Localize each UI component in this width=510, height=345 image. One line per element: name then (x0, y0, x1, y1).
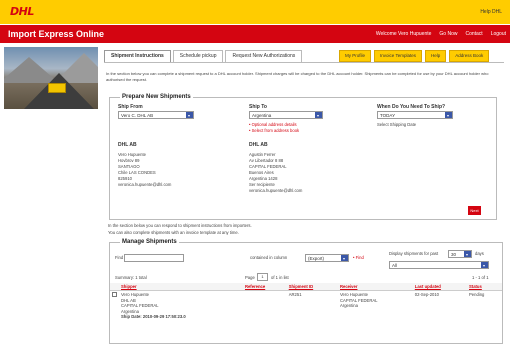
ship-date-note: Select Shipping Date (377, 122, 417, 127)
invoice-templates-button[interactable]: Invoice Templates (374, 50, 422, 62)
find-input[interactable] (124, 254, 184, 262)
days-label: days (475, 251, 484, 256)
ship-to-select[interactable]: Argentina (249, 111, 323, 119)
ship-to-value: Argentina (252, 113, 272, 118)
receiver-cell: Vero Hupuente CAPITAL FEDERAL Argentina (340, 292, 378, 309)
status-filter-select[interactable]: All (389, 261, 489, 269)
truck-image (48, 83, 66, 93)
col-last-updated[interactable]: Last updated (412, 283, 468, 291)
status-cell: Pending (469, 292, 485, 297)
from-address-line: Chile LAS CONDES (118, 170, 156, 175)
search-column-select[interactable]: (Export) (305, 254, 349, 262)
range-text: 1 - 1 of 1 (472, 275, 489, 280)
next-button[interactable]: Next (468, 206, 481, 215)
to-address-line: Av Libertador 8 88 (249, 158, 284, 163)
last-updated-cell: 02-Sep-2010 (414, 292, 440, 297)
mid-text-1: In the section below you can respond to … (108, 223, 252, 228)
to-address-line: veronica.hupuente@dhl.com (249, 188, 303, 193)
col-reference[interactable]: Reference (242, 283, 287, 291)
address-book-link[interactable]: • Select from address book (249, 128, 299, 134)
help-button[interactable]: Help (424, 50, 447, 62)
toolbar-buttons: My Profile Invoice Templates Help Addres… (339, 50, 490, 62)
prepare-shipments-panel: Prepare New Shipments Ship From Vero C. … (109, 94, 497, 220)
go-now-link[interactable]: Go Now (439, 31, 457, 37)
shipper-cell: Vero Hupuente DHL AB CAPITAL FEDERAL Arg… (121, 292, 186, 320)
account-links: Welcome Vero Hupuente Go Now Contact Log… (376, 31, 506, 37)
top-right-links[interactable]: Help DHL (480, 9, 502, 15)
to-address-line: Agustin Ferrer (249, 152, 276, 157)
shipment-id-cell[interactable]: AR251 (287, 291, 338, 321)
intro-text: In the section below you can complete a … (106, 71, 489, 82)
app-bar: Import Express Online Welcome Vero Hupue… (0, 25, 510, 43)
tab-shipment-instructions[interactable]: Shipment Instructions (104, 50, 171, 62)
page-label: Page (245, 275, 255, 280)
col-shipment-id[interactable]: Shipment ID (286, 283, 338, 291)
to-section-title: DHL AB (249, 142, 268, 148)
display-days-select[interactable]: 30 (448, 250, 472, 258)
col-receiver[interactable]: Receiver (338, 283, 413, 291)
ship-to-label: Ship To (249, 104, 267, 110)
search-column-value: (Export) (308, 256, 325, 261)
summary-text: Summary: 1 total (115, 275, 147, 280)
find-label: Find (115, 255, 124, 260)
my-profile-button[interactable]: My Profile (339, 50, 372, 62)
welcome-text: Welcome Vero Hupuente (375, 31, 432, 37)
display-label: Display shipments for past (389, 251, 439, 256)
top-bar: DHL Help DHL (0, 0, 510, 24)
page-of-text: of 1 in list (271, 275, 289, 280)
from-address-line: Hovbrov 89 (118, 158, 140, 163)
to-address-line: Argentina 1428 (249, 176, 278, 181)
when-label: When Do You Need To Ship? (377, 104, 446, 110)
display-days-value: 30 (451, 252, 457, 257)
from-address-line: 825910 (118, 176, 132, 181)
col-shipper[interactable]: Shipper (119, 283, 243, 291)
prepare-title: Prepare New Shipments (120, 94, 193, 100)
manage-title: Manage Shipments (120, 239, 179, 245)
dhl-logo[interactable]: DHL (10, 5, 34, 18)
chevron-down-icon (315, 112, 322, 118)
from-address-line: Vero Hupuente (118, 152, 146, 157)
chevron-down-icon (341, 255, 348, 261)
page-value: 1 (261, 274, 264, 279)
status-filter-value: All (392, 263, 398, 268)
from-address-line: SANTIAGO (118, 164, 140, 169)
chevron-down-icon (445, 112, 452, 118)
chevron-down-icon (186, 112, 193, 118)
ship-date-select[interactable]: TODAY (377, 111, 453, 119)
col-status[interactable]: Status (467, 283, 502, 291)
ship-date-value: TODAY (380, 113, 396, 118)
chevron-down-icon (464, 251, 471, 257)
table-row[interactable]: Vero Hupuente DHL AB CAPITAL FEDERAL Arg… (110, 291, 502, 321)
tab-divider (104, 62, 504, 63)
mid-text-2: You can also complete shipments with an … (108, 230, 239, 235)
page-input[interactable]: 1 (257, 273, 268, 281)
from-address-line: veronica.hupuente@dhl.com (118, 182, 172, 187)
logout-link[interactable]: Logout (491, 31, 506, 37)
to-address-line: Ser recipiente (249, 182, 275, 187)
from-section-title: DHL AB (118, 142, 137, 148)
ship-from-select[interactable]: Vero C. DHL AB (118, 111, 194, 119)
to-address-line: CAPITAL FEDERAL (249, 164, 287, 169)
hero-photo (4, 47, 98, 109)
search-column-label: contained in column (250, 255, 288, 260)
ship-from-value: Vero C. DHL AB (121, 113, 154, 118)
to-address-line: Buenos Aires (249, 170, 274, 175)
ship-from-label: Ship From (118, 104, 143, 110)
app-title: Import Express Online (8, 29, 105, 39)
optional-address-link[interactable]: • Optional address details (249, 122, 297, 128)
shipments-table: Shipper Reference Shipment ID Receiver L… (110, 283, 502, 321)
row-checkbox[interactable] (110, 291, 119, 321)
reference-cell (243, 291, 287, 321)
main-tabs: Shipment Instructions Schedule pickup Re… (104, 50, 303, 62)
chevron-down-icon (481, 262, 488, 268)
contact-link[interactable]: Contact (465, 31, 482, 37)
find-button[interactable]: • Find (353, 255, 364, 261)
tab-schedule-pickup[interactable]: Schedule pickup (172, 50, 224, 62)
tab-request-authorizations[interactable]: Request New Authorizations (225, 50, 303, 62)
manage-shipments-panel: Manage Shipments Find contained in colum… (109, 239, 503, 344)
address-book-button[interactable]: Address Book (449, 50, 490, 62)
